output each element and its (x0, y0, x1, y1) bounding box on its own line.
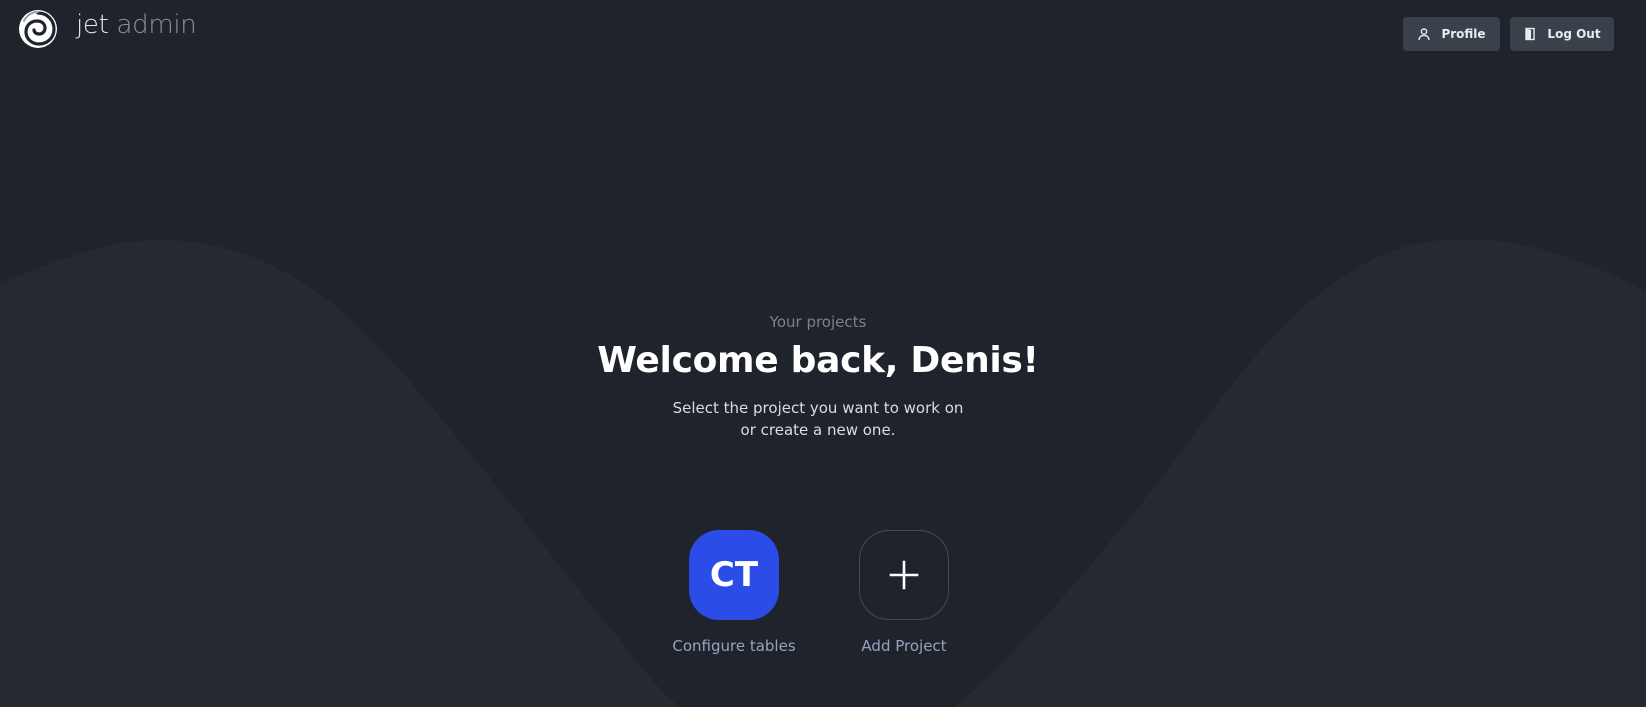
logo-word-admin: admin (116, 10, 197, 40)
add-project-card[interactable]: Add Project (829, 530, 979, 655)
add-project-label[interactable]: Add Project (861, 637, 946, 655)
top-bar: jet admin Profile Log Out (0, 0, 1646, 64)
section-subtitle: Your projects (769, 313, 867, 331)
project-avatar[interactable]: CT (689, 530, 779, 620)
plus-icon (889, 560, 919, 590)
user-icon (1417, 27, 1431, 41)
welcome-description: Select the project you want to work on o… (672, 399, 964, 439)
door-exit-icon (1523, 27, 1537, 41)
logo-word-jet: jet (76, 10, 109, 40)
welcome-title: Welcome back, Denis! (597, 340, 1039, 381)
logout-button[interactable]: Log Out (1510, 17, 1614, 51)
add-project-button[interactable] (859, 530, 949, 620)
profile-button[interactable]: Profile (1403, 17, 1500, 51)
logo-wordmark: jet admin (76, 10, 197, 40)
logout-button-label: Log Out (1547, 27, 1601, 41)
project-name[interactable]: Configure tables (672, 637, 795, 655)
swirl-logo-icon (19, 10, 57, 48)
profile-button-label: Profile (1441, 27, 1486, 41)
jet-admin-logo[interactable]: jet admin (18, 8, 197, 50)
project-card-configure-tables[interactable]: CT Configure tables (659, 530, 809, 655)
